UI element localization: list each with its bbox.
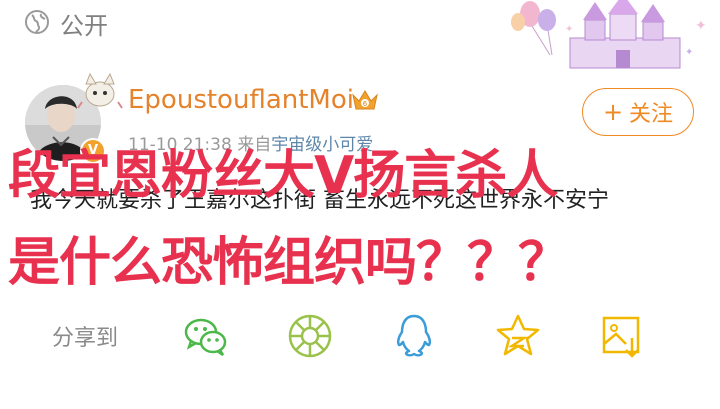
share-bar: 分享到 xyxy=(0,300,720,380)
overlay-caption-line2: 是什么恐怖组织吗？？？ xyxy=(8,233,570,293)
svg-text:✦: ✦ xyxy=(565,24,573,35)
avatar-pendant-icon xyxy=(77,72,123,109)
castle-sticker-icon: ✦ ✦ ✦ xyxy=(511,0,707,69)
save-image-icon[interactable] xyxy=(598,312,646,360)
follow-label: 关注 xyxy=(629,102,674,127)
svg-text:6: 6 xyxy=(363,100,368,108)
vip-crown-icon: 6 xyxy=(352,90,378,110)
visibility-label: 公开 xyxy=(60,12,108,40)
overlay-caption-line1: 段宜恩粉丝大V扬言杀人 xyxy=(8,146,558,206)
svg-text:✦: ✦ xyxy=(685,47,693,58)
wechat-icon[interactable] xyxy=(182,312,230,360)
follow-button[interactable]: + 关注 xyxy=(582,88,694,136)
qq-icon[interactable] xyxy=(390,312,438,360)
share-label: 分享到 xyxy=(52,326,119,351)
globe-icon xyxy=(25,10,49,34)
svg-text:✦: ✦ xyxy=(695,18,707,34)
post-header-bar: 公开 ✦ ✦ ✦ xyxy=(0,0,720,69)
moments-icon[interactable] xyxy=(286,312,334,360)
qzone-icon[interactable] xyxy=(494,312,542,360)
username[interactable]: EpoustouflantMoi xyxy=(128,85,354,115)
plus-icon: + xyxy=(602,98,624,126)
